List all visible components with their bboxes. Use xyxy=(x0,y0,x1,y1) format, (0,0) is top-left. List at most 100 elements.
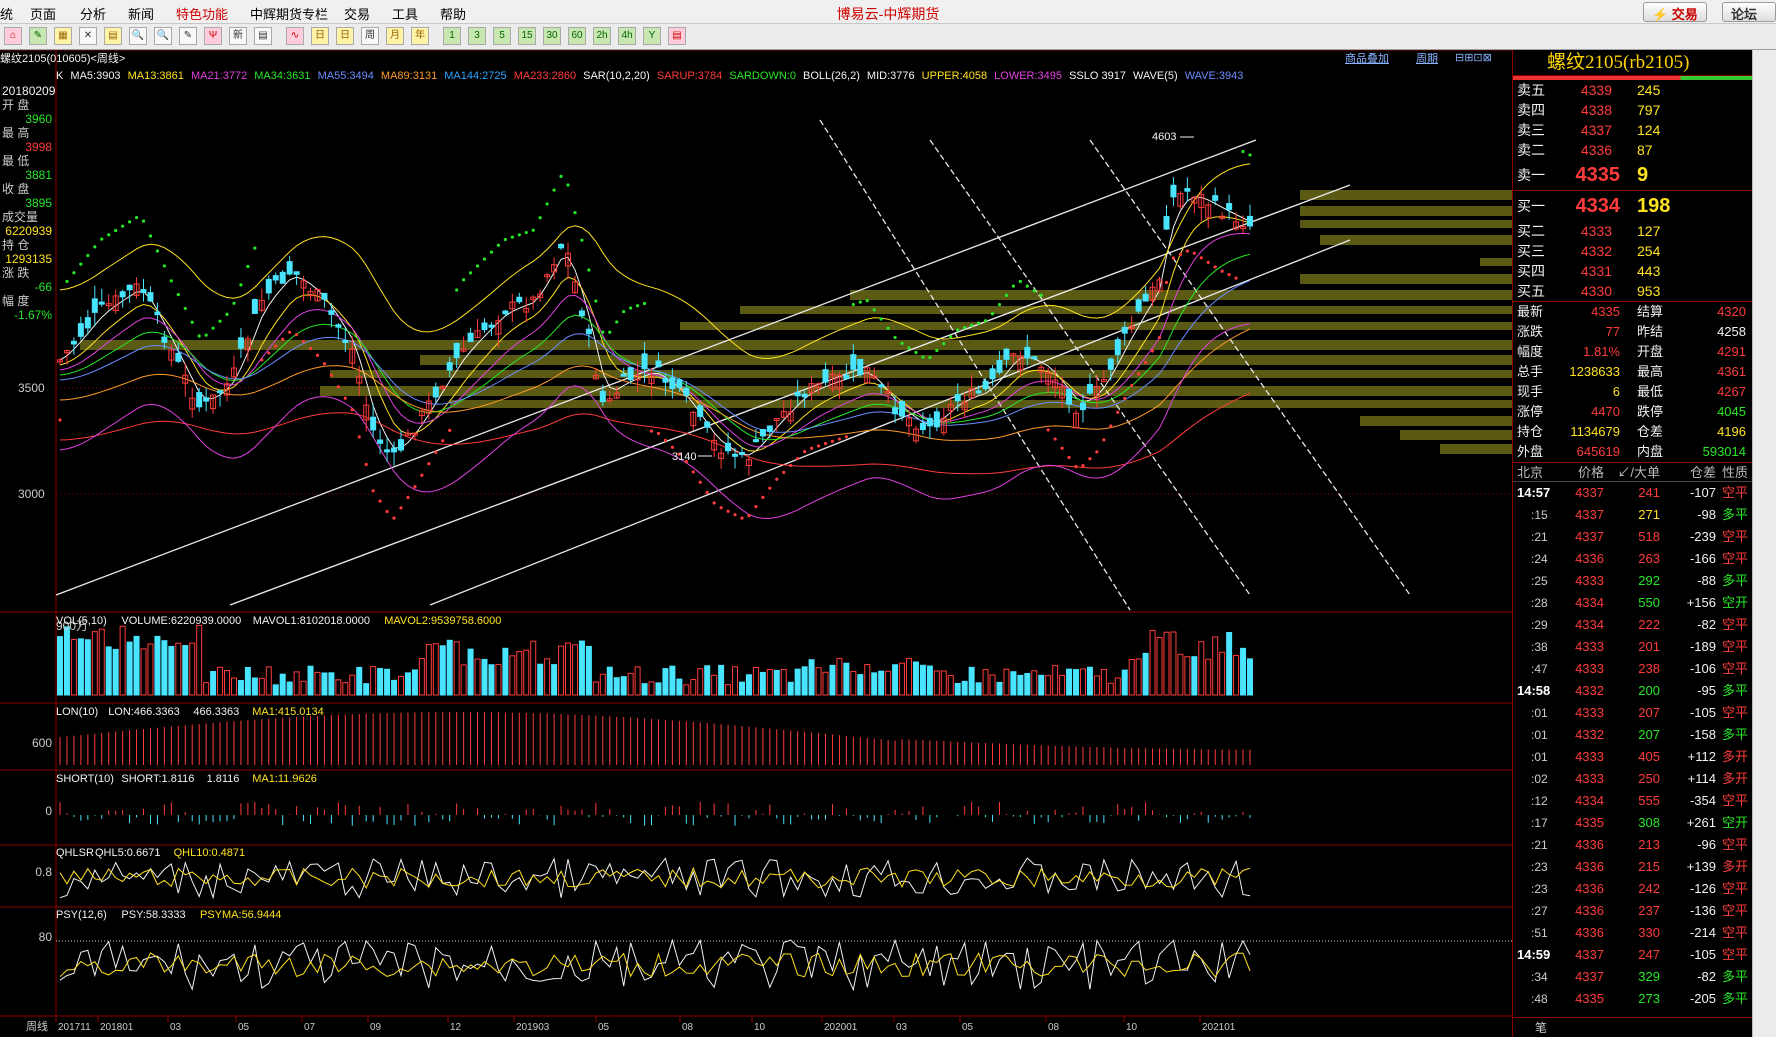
tick-row[interactable]: :12 4334 555 -354 空平 xyxy=(1513,790,1752,812)
tick-row[interactable]: :48 4335 273 -205 多平 xyxy=(1513,988,1752,1010)
bid-row[interactable]: 买三 4332 254 xyxy=(1513,241,1752,261)
bid-row[interactable]: 买五 4330 953 xyxy=(1513,281,1752,301)
bid-row[interactable]: 买二 4333 127 xyxy=(1513,221,1752,241)
toolbar-button-22[interactable]: 60 xyxy=(568,27,586,45)
menu-help[interactable]: 帮助 xyxy=(440,4,466,23)
volume-profile-bar xyxy=(1360,416,1512,426)
tick-row[interactable]: :29 4334 222 -82 空平 xyxy=(1513,614,1752,636)
chart-area[interactable]: 3500 3000 VOL(5,10) VOLUME:6220939.0000 MAVO… xyxy=(0,49,1512,1037)
bid-row[interactable]: 买一 4334 198 xyxy=(1513,191,1752,221)
toolbar-button-19[interactable]: 5 xyxy=(493,27,511,45)
forum-button[interactable]: 论坛 xyxy=(1722,2,1776,22)
quote-title[interactable]: 螺纹2105(rb2105) xyxy=(1513,50,1752,76)
menu-news[interactable]: 新闻 xyxy=(128,4,154,23)
ask-row[interactable]: 卖一 4335 9 xyxy=(1513,160,1752,190)
ask-row[interactable]: 卖二 4336 87 xyxy=(1513,140,1752,160)
sar-dot xyxy=(253,246,257,250)
toolbar-button-0[interactable]: ⌂ xyxy=(4,27,22,45)
tick-row[interactable]: :02 4333 250 +114 多开 xyxy=(1513,768,1752,790)
tick-row[interactable]: 14:59 4337 247 -105 空平 xyxy=(1513,944,1752,966)
ask-row[interactable]: 卖四 4338 797 xyxy=(1513,100,1752,120)
tick-row[interactable]: :23 4336 215 +139 多开 xyxy=(1513,856,1752,878)
volume-bar xyxy=(523,649,530,696)
sar-dot xyxy=(1220,269,1224,273)
toolbar-button-20[interactable]: 15 xyxy=(518,27,536,45)
tick-row[interactable]: :21 4336 213 -96 空平 xyxy=(1513,834,1752,856)
window-controls[interactable]: ⊟⊞⊡⊠ xyxy=(1455,51,1492,64)
sar-dot xyxy=(608,330,612,334)
kline-chart[interactable]: 35003000VOL(5,10) VOLUME:6220939.0000 MAVO… xyxy=(0,49,1512,1037)
tick-row[interactable]: :51 4336 330 -214 空平 xyxy=(1513,922,1752,944)
tick-oi-change: -126 xyxy=(1689,881,1716,896)
tick-nature: 多平 xyxy=(1721,969,1748,984)
tick-row[interactable]: :24 4336 263 -166 空平 xyxy=(1513,548,1752,570)
period-link[interactable]: 周期 xyxy=(1416,50,1438,66)
toolbar-button-13[interactable]: 日 xyxy=(336,27,354,45)
tick-row[interactable]: :47 4333 238 -106 空平 xyxy=(1513,658,1752,680)
toolbar-button-12[interactable]: 日 xyxy=(311,27,329,45)
trade-button[interactable]: ⚡ 交易 xyxy=(1643,2,1707,22)
toolbar-button-4[interactable]: ▤ xyxy=(104,27,122,45)
toolbar-button-23[interactable]: 2h xyxy=(593,27,611,45)
menu-trade[interactable]: 交易 xyxy=(344,4,370,23)
tick-price: 4333 xyxy=(1575,705,1604,720)
tick-price: 4334 xyxy=(1575,793,1604,808)
tick-row[interactable]: :15 4337 271 -98 多平 xyxy=(1513,504,1752,526)
tick-row[interactable]: :28 4334 550 +156 空开 xyxy=(1513,592,1752,614)
tick-row[interactable]: :01 4332 207 -158 多平 xyxy=(1513,724,1752,746)
bid-row[interactable]: 买四 4331 443 xyxy=(1513,261,1752,281)
tick-row[interactable]: 14:57 4337 241 -107 空平 xyxy=(1513,482,1752,504)
tick-row[interactable]: :38 4333 201 -189 空平 xyxy=(1513,636,1752,658)
toolbar-button-24[interactable]: 4h xyxy=(618,27,636,45)
tick-row[interactable]: :17 4335 308 +261 空开 xyxy=(1513,812,1752,834)
toolbar-button-8[interactable]: Ψ xyxy=(204,27,222,45)
ask-row[interactable]: 卖五 4339 245 xyxy=(1513,80,1752,100)
toolbar-button-26[interactable]: ▤ xyxy=(668,27,686,45)
toolbar-button-3[interactable]: ✕ xyxy=(79,27,97,45)
toolbar-button-6[interactable]: 🔍 xyxy=(154,27,172,45)
toolbar-button-2[interactable]: ▦ xyxy=(54,27,72,45)
toolbar-button-7[interactable]: ✎ xyxy=(179,27,197,45)
tick-row[interactable]: :34 4337 329 -82 多平 xyxy=(1513,966,1752,988)
volume-bar xyxy=(989,674,996,696)
toolbar-button-17[interactable]: 1 xyxy=(443,27,461,45)
toolbar-button-14[interactable]: 周 xyxy=(361,27,379,45)
toolbar-button-21[interactable]: 30 xyxy=(543,27,561,45)
ask-row[interactable]: 卖三 4337 124 xyxy=(1513,120,1752,140)
tick-row[interactable]: 14:58 4332 200 -95 多平 xyxy=(1513,680,1752,702)
menu-analysis[interactable]: 分析 xyxy=(80,4,106,23)
sar-dot xyxy=(1213,265,1217,269)
menu-page[interactable]: 页面 xyxy=(30,4,56,23)
tick-oi-change: +114 xyxy=(1687,771,1716,786)
sar-dot xyxy=(670,445,674,449)
tick-list[interactable]: 14:57 4337 241 -107 空平:15 4337 271 -98 多… xyxy=(1513,482,1752,1010)
sar-dot xyxy=(211,326,215,330)
volume-bar xyxy=(766,669,773,696)
toolbar-button-10[interactable]: ▤ xyxy=(254,27,272,45)
tick-row[interactable]: :01 4333 405 +112 多开 xyxy=(1513,746,1752,768)
tick-row[interactable]: :27 4336 237 -136 空平 xyxy=(1513,900,1752,922)
toolbar-button-15[interactable]: 月 xyxy=(386,27,404,45)
sar-dot xyxy=(1234,276,1238,280)
menu-system[interactable]: 统 xyxy=(0,4,13,23)
toolbar-button-18[interactable]: 3 xyxy=(468,27,486,45)
ma-legend-item: SARUP:3784 xyxy=(656,70,726,82)
product-overlay-link[interactable]: 商品叠加 xyxy=(1345,50,1389,66)
toolbar-button-11[interactable]: ∿ xyxy=(286,27,304,45)
tick-row[interactable]: :25 4333 292 -88 多平 xyxy=(1513,570,1752,592)
sar-dot xyxy=(1123,396,1127,401)
toolbar-button-16[interactable]: 年 xyxy=(411,27,429,45)
toolbar-button-25[interactable]: Y xyxy=(643,27,661,45)
menu-tools[interactable]: 工具 xyxy=(392,4,418,23)
right-sidebar[interactable] xyxy=(1752,50,1776,1037)
tick-oi-change: +112 xyxy=(1687,749,1716,764)
tick-row[interactable]: :21 4337 518 -239 空平 xyxy=(1513,526,1752,548)
toolbar-button-1[interactable]: ✎ xyxy=(29,27,47,45)
tick-row[interactable]: :01 4333 207 -105 空平 xyxy=(1513,702,1752,724)
tick-row[interactable]: :23 4336 242 -126 空平 xyxy=(1513,878,1752,900)
tick-price: 4336 xyxy=(1575,859,1604,874)
menu-special[interactable]: 特色功能 xyxy=(176,4,228,23)
toolbar-button-5[interactable]: 🔍 xyxy=(129,27,147,45)
menu-column[interactable]: 中辉期货专栏 xyxy=(250,4,328,23)
toolbar-button-9[interactable]: 新 xyxy=(229,27,247,45)
